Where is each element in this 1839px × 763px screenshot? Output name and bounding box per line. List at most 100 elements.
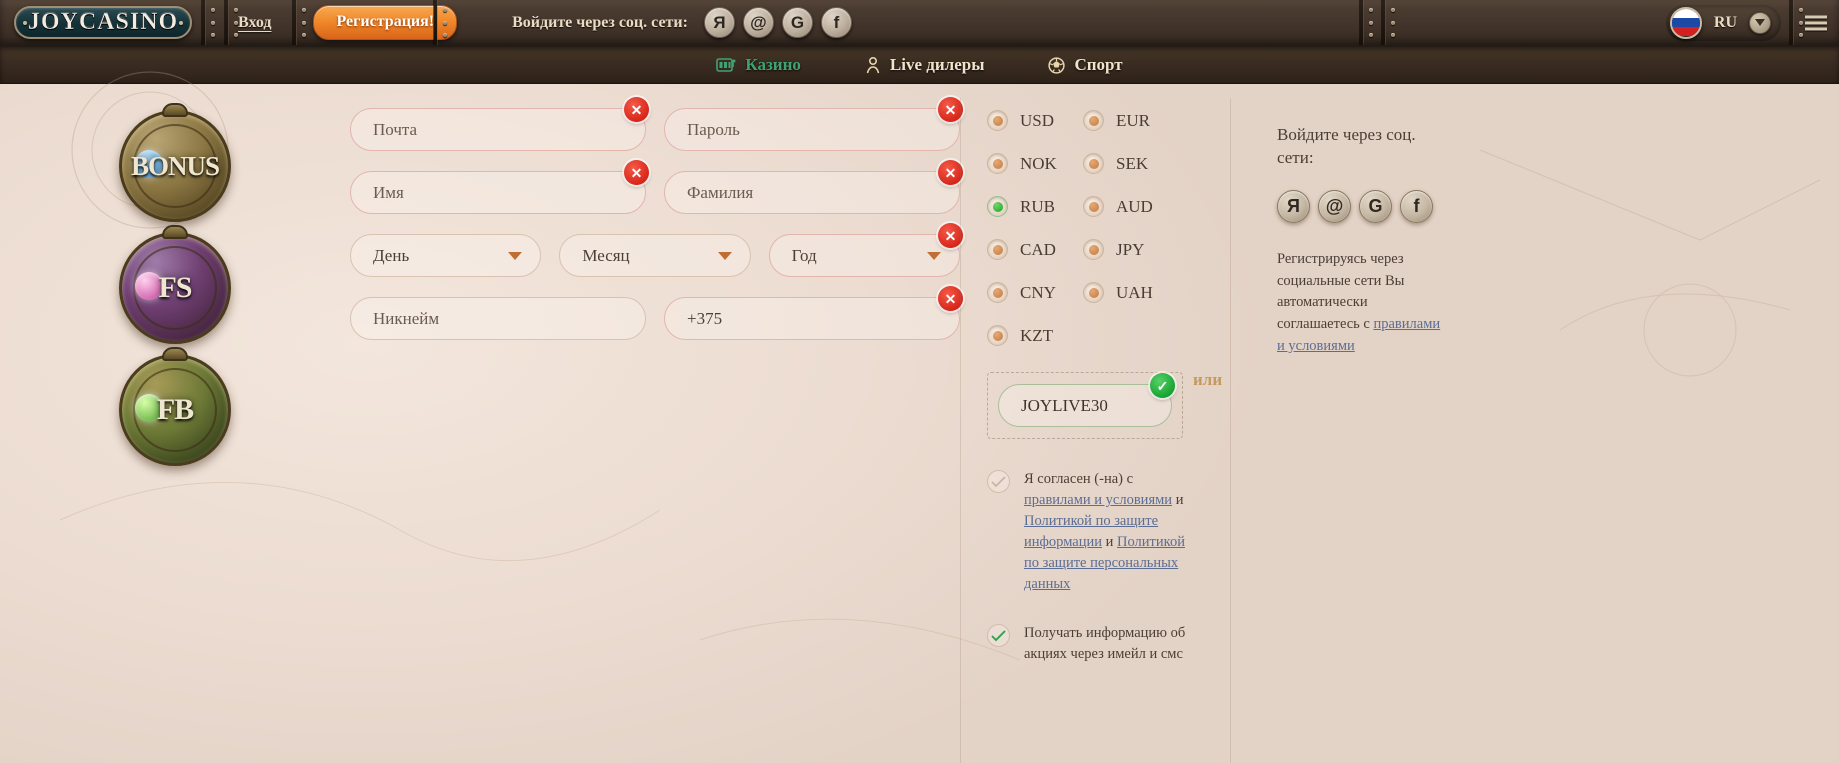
currency-option-eur[interactable]: EUR [1083,110,1179,131]
currency-label: AUD [1116,197,1153,217]
firstname-input[interactable] [350,171,646,214]
rivet-decor [302,33,306,37]
form-row-name: ✕ ✕ [350,171,960,214]
currency-option-cad[interactable]: CAD [987,239,1083,260]
day-select[interactable]: День [350,234,541,277]
currency-label: CAD [1020,240,1056,260]
nav-label-live-dealers: Live дилеры [890,55,985,75]
email-field-wrap: ✕ [350,108,646,151]
currency-label: JPY [1116,240,1144,260]
or-divider-label: или [1193,370,1222,390]
currency-option-usd[interactable]: USD [987,110,1083,131]
mailru-icon[interactable]: @ [1318,190,1351,223]
language-selector[interactable]: RU [1666,5,1781,41]
radio-icon[interactable] [987,110,1008,131]
promo-valid-check-icon: ✓ [1150,373,1175,398]
radio-icon[interactable] [1083,239,1104,260]
chevron-down-icon [927,252,941,260]
radio-icon[interactable] [987,282,1008,303]
lastname-input[interactable] [664,171,960,214]
form-row-credentials: ✕ ✕ [350,108,960,151]
language-code: RU [1714,14,1737,32]
rivet-decor [1391,21,1395,25]
rivet-decor [1391,33,1395,37]
year-select-value: Год [792,246,817,266]
phone-input[interactable] [664,297,960,340]
rivet-decor [302,21,306,25]
agreement-marketing-row: Получать информацию об акциях через имей… [987,623,1230,665]
radio-icon[interactable] [987,325,1008,346]
marketing-checkbox[interactable] [987,624,1010,647]
dealer-person-icon [865,57,881,74]
chevron-down-icon [508,252,522,260]
year-select[interactable]: Год [769,234,960,277]
terms-checkbox[interactable] [987,470,1010,493]
page-root: JOYCASINO Вход Регистрация! Войдите чере… [0,0,1839,763]
rivet-decor [443,8,447,12]
agreement-marketing-text: Получать информацию об акциях через имей… [1024,623,1194,665]
yandex-icon[interactable]: Я [1277,190,1310,223]
login-link[interactable]: Вход [238,14,271,32]
currency-option-rub[interactable]: RUB [987,196,1083,217]
radio-icon[interactable] [1083,153,1104,174]
freespins-medallion[interactable]: FS [119,232,231,344]
agreements-block: Я согласен (-на) с правилами и условиями… [987,469,1230,665]
currency-option-nok[interactable]: NOK [987,153,1083,174]
link-terms-conditions[interactable]: правилами и условиями [1024,492,1172,508]
freebet-medallion-label: FB [119,354,231,466]
month-field-wrap: Месяц [559,234,750,277]
currency-option-sek[interactable]: SEK [1083,153,1179,174]
email-input[interactable] [350,108,646,151]
mailru-icon[interactable]: @ [743,7,774,38]
rivet-decor [443,33,447,37]
currency-option-uah[interactable]: UAH [1083,282,1179,303]
rivet-decor [1799,33,1803,37]
yandex-icon[interactable]: Я [704,7,735,38]
topbar-social-list: Я @ G f [704,7,852,38]
radio-icon[interactable] [987,239,1008,260]
freespins-medallion-label: FS [119,232,231,344]
radio-icon[interactable] [1083,282,1104,303]
currency-label: SEK [1116,154,1148,174]
currency-option-cny[interactable]: CNY [987,282,1083,303]
currency-option-aud[interactable]: AUD [1083,196,1179,217]
currency-label: USD [1020,111,1054,131]
rivet-decor [443,21,447,25]
rivet-decor [302,8,306,12]
rivet-decor [1369,8,1373,12]
facebook-icon[interactable]: f [821,7,852,38]
chevron-down-icon[interactable] [1749,12,1771,34]
social-panel-note: Регистрируясь через социальные сети Вы а… [1277,249,1445,358]
bonus-medallion[interactable]: BONUS [119,110,231,222]
menu-burger-icon[interactable] [1805,12,1827,33]
site-logo[interactable]: JOYCASINO [14,6,192,39]
registration-content: BONUS FS FB ✕ ✕ [0,84,1839,763]
site-logo-text: JOYCASINO [28,9,178,36]
radio-icon[interactable] [1083,196,1104,217]
rivet-decor [1799,8,1803,12]
nav-item-sport[interactable]: Спорт [1048,55,1122,75]
social-panel-title: Войдите через соц. сети: [1277,124,1439,170]
currency-option-kzt[interactable]: KZT [987,325,1083,346]
facebook-icon[interactable]: f [1400,190,1433,223]
firstname-error-icon[interactable]: ✕ [624,160,649,185]
radio-icon-selected[interactable] [987,196,1008,217]
currency-option-jpy[interactable]: JPY [1083,239,1179,260]
form-row-contact: ✕ [350,297,960,340]
agreement-mid1: и [1172,492,1183,508]
password-input[interactable] [664,108,960,151]
email-error-icon[interactable]: ✕ [624,97,649,122]
rivet-decor [211,33,215,37]
nav-item-live-dealers[interactable]: Live дилеры [865,55,985,75]
radio-icon[interactable] [1083,110,1104,131]
nav-label-sport: Спорт [1074,55,1122,75]
promo-code-input[interactable] [998,384,1172,427]
freebet-medallion[interactable]: FB [119,354,231,466]
google-icon[interactable]: G [1359,190,1392,223]
month-select-value: Месяц [582,246,629,266]
nickname-input[interactable] [350,297,646,340]
google-icon[interactable]: G [782,7,813,38]
nav-item-casino[interactable]: Казино [716,55,801,75]
month-select[interactable]: Месяц [559,234,750,277]
radio-icon[interactable] [987,153,1008,174]
